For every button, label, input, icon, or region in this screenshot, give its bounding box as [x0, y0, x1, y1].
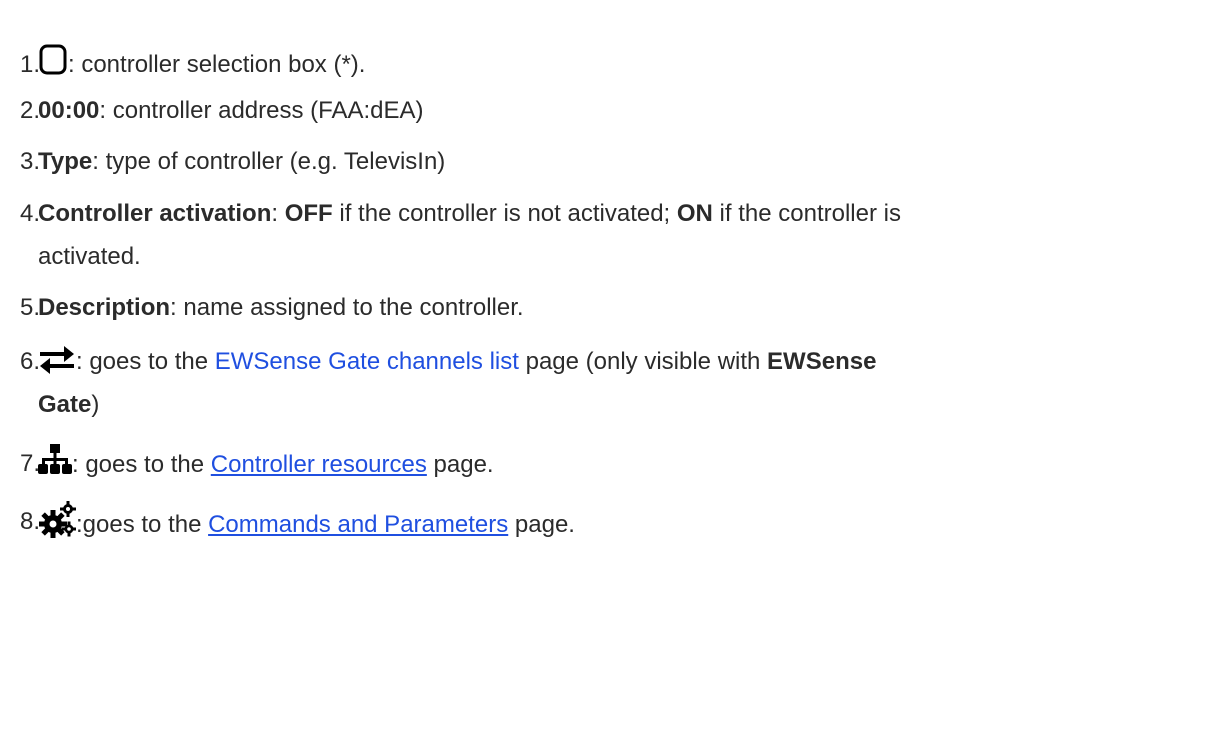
item-text: : type of controller (e.g. TelevisIn)	[92, 148, 446, 175]
item-term: Type	[38, 148, 93, 175]
item-term: 00:00	[38, 97, 100, 124]
item-text: : name assigned to the controller.	[170, 294, 524, 321]
item-number: 7.	[19, 450, 40, 477]
item-number: 4.	[19, 200, 40, 227]
item-term: Controller activation	[38, 200, 272, 227]
item-term: Description	[38, 294, 171, 321]
ewsense-gate-channels-link[interactable]: EWSense Gate channels list	[215, 348, 519, 375]
swap-arrows-icon	[40, 346, 74, 374]
status-off: OFF	[284, 200, 333, 227]
gears-icon	[39, 501, 76, 538]
checkbox-outline-icon	[39, 44, 67, 75]
item-text: : controller address (FAA:dEA)	[99, 97, 424, 124]
item-number: 5.	[19, 294, 40, 321]
controller-resources-link[interactable]: Controller resources	[211, 451, 427, 478]
item-text: : controller selection box (*).	[68, 51, 366, 78]
item-number: 2.	[19, 97, 40, 124]
item-number: 6.	[19, 348, 40, 375]
sitemap-icon	[38, 444, 72, 474]
commands-and-parameters-link[interactable]: Commands and Parameters	[208, 511, 508, 538]
item-number: 8.	[19, 508, 40, 535]
status-on: ON	[676, 200, 713, 227]
item-text: activated.	[38, 243, 141, 270]
item-number: 3.	[19, 148, 40, 175]
item-number: 1.	[19, 51, 40, 78]
